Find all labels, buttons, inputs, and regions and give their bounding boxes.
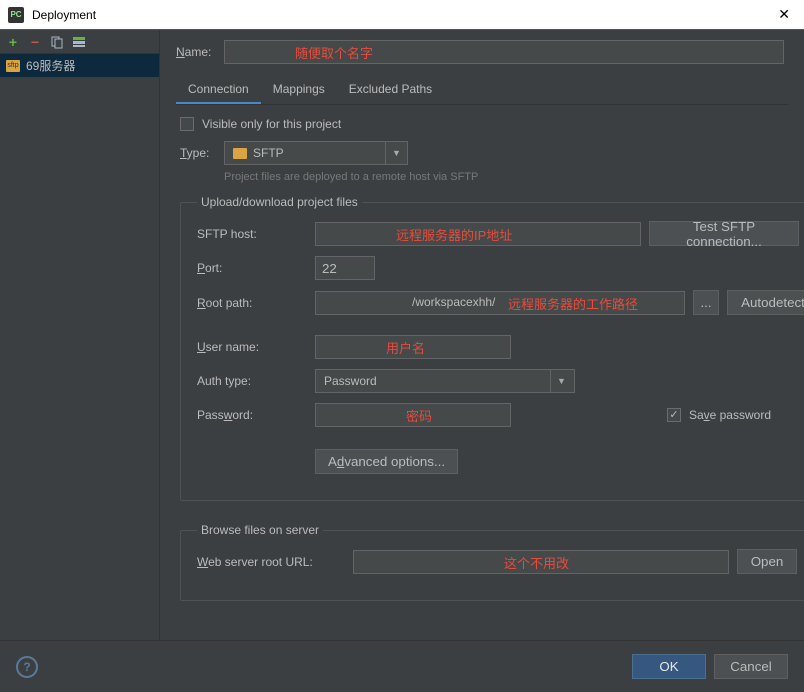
footer: ? OK Cancel [0, 640, 804, 692]
visible-only-checkbox[interactable] [180, 117, 194, 131]
upload-download-legend: Upload/download project files [197, 195, 362, 209]
test-connection-button[interactable]: Test SFTP connection... [649, 221, 799, 246]
help-icon[interactable]: ? [16, 656, 38, 678]
remove-icon[interactable]: − [28, 35, 42, 49]
tabs: Connection Mappings Excluded Paths [176, 76, 788, 105]
type-hint: Project files are deployed to a remote h… [224, 171, 784, 183]
annotation-url: 这个不用改 [504, 553, 569, 572]
tab-mappings[interactable]: Mappings [261, 76, 337, 104]
save-password-label: Save password [689, 408, 771, 422]
sftp-host-input[interactable]: 远程服务器的IP地址 [315, 222, 641, 246]
app-icon: PC [8, 7, 24, 23]
user-name-input[interactable]: 用户名 [315, 335, 511, 359]
browse-files-group: Browse files on server Web server root U… [180, 523, 804, 601]
open-button[interactable]: Open [737, 549, 797, 574]
visible-only-label: Visible only for this project [202, 117, 341, 131]
chevron-down-icon: ▼ [385, 142, 407, 164]
add-icon[interactable]: + [6, 35, 20, 49]
sftp-type-icon [233, 148, 247, 159]
web-server-url-label: Web server root URL: [197, 555, 345, 569]
annotation-name: 随便取个名字 [295, 43, 373, 62]
tab-connection[interactable]: Connection [176, 76, 261, 104]
advanced-options-button[interactable]: Advanced options... [315, 449, 458, 474]
root-path-browse-button[interactable]: ... [693, 290, 719, 315]
root-path-input[interactable]: /workspacexhh/ 远程服务器的工作路径 [315, 291, 685, 315]
name-input[interactable]: 随便取个名字 [224, 40, 784, 64]
auth-type-label: Auth type: [197, 374, 307, 388]
content-panel: Name: 随便取个名字 Connection Mappings Exclude… [160, 30, 804, 640]
autodetect-button[interactable]: Autodetect [727, 290, 804, 315]
password-label: Password: [197, 408, 307, 422]
titlebar: PC Deployment ✕ [0, 0, 804, 30]
view-icon[interactable] [72, 35, 86, 49]
close-button[interactable]: ✕ [772, 6, 796, 23]
sidebar-toolbar: + − [0, 30, 159, 54]
server-name-label: 69服务器 [26, 57, 75, 74]
sidebar: + − sftp 69服务器 [0, 30, 160, 640]
type-label: Type: [180, 146, 214, 160]
chevron-down-icon: ▼ [550, 370, 572, 392]
upload-download-group: Upload/download project files SFTP host:… [180, 195, 804, 501]
annotation-root: 远程服务器的工作路径 [508, 294, 638, 313]
ok-button[interactable]: OK [632, 654, 706, 679]
root-path-label: Root path: [197, 296, 307, 310]
save-password-checkbox[interactable] [667, 408, 681, 422]
root-path-value: /workspacexhh/ [412, 295, 495, 309]
annotation-user: 用户名 [386, 338, 425, 357]
server-list-item[interactable]: sftp 69服务器 [0, 54, 159, 77]
tab-excluded-paths[interactable]: Excluded Paths [337, 76, 444, 104]
web-server-url-input[interactable]: 这个不用改 [353, 550, 729, 574]
type-value: SFTP [253, 146, 284, 160]
annotation-password: 密码 [406, 406, 432, 425]
password-input[interactable]: 密码 [315, 403, 511, 427]
cancel-button[interactable]: Cancel [714, 654, 788, 679]
port-input[interactable] [315, 256, 375, 280]
copy-icon[interactable] [50, 35, 64, 49]
sftp-host-label: SFTP host: [197, 227, 307, 241]
type-select[interactable]: SFTP ▼ [224, 141, 408, 165]
annotation-host: 远程服务器的IP地址 [396, 225, 512, 244]
port-label: Port: [197, 261, 307, 275]
auth-type-value: Password [324, 374, 377, 388]
auth-type-select[interactable]: Password ▼ [315, 369, 575, 393]
window-title: Deployment [32, 8, 772, 22]
name-label: Name: [176, 45, 214, 59]
browse-files-legend: Browse files on server [197, 523, 323, 537]
sftp-server-icon: sftp [6, 60, 20, 72]
user-name-label: User name: [197, 340, 307, 354]
